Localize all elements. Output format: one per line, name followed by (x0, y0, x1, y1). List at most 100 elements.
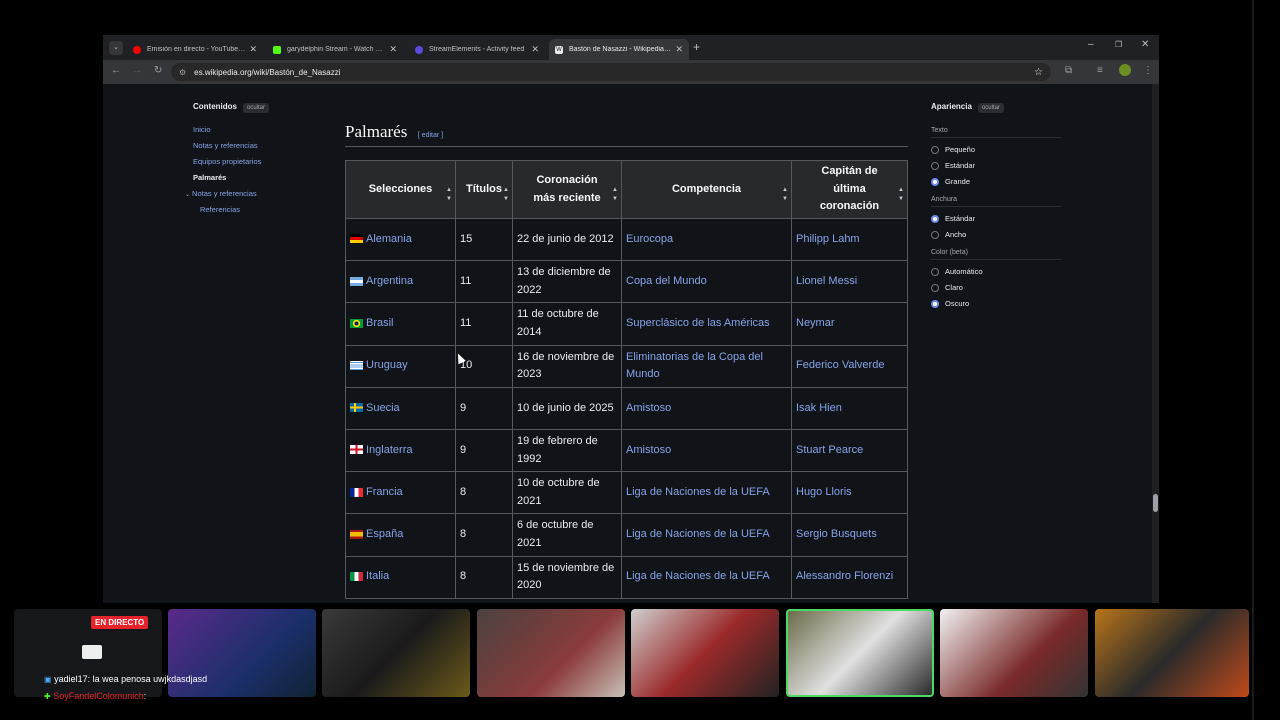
profile-avatar[interactable] (1119, 64, 1131, 76)
table-of-contents: Contenidos ocultar Inicio Notas y referen… (185, 102, 333, 214)
tab-streamelements[interactable]: StreamElements - Activity feed ✕ (409, 39, 545, 60)
captain-link[interactable]: Stuart Pearce (796, 444, 863, 456)
radio-text-standard[interactable]: Estándar (931, 161, 1061, 170)
radio-color-light[interactable]: Claro (931, 283, 1061, 292)
new-tab-button[interactable]: + (693, 40, 700, 54)
col-header-titulos[interactable]: Títulos ▲ ▼ (455, 160, 513, 219)
captain-link[interactable]: Hugo Lloris (796, 486, 852, 498)
toc-item-equipos[interactable]: Equipos propietarios (193, 157, 333, 166)
table-row: Brasil 11 11 de octubre de 2014 Superclá… (345, 302, 908, 346)
competition-link[interactable]: Amistoso (626, 402, 671, 414)
radio-text-large[interactable]: Grande (931, 177, 1061, 186)
tab-youtube-studio[interactable]: Emisión en directo - YouTube Stu ✕ (127, 39, 263, 60)
appearance-panel: Apariencia ocultar Texto Pequeño Estándar… (931, 102, 1061, 308)
outer-scrollbar (1252, 0, 1254, 720)
bookmark-star-icon[interactable]: ☆ (1034, 67, 1043, 78)
edit-link[interactable]: editar (422, 132, 440, 139)
team-link[interactable]: Brasil (366, 317, 394, 329)
team-link[interactable]: Inglaterra (366, 444, 412, 456)
tab-search-button[interactable]: ⌄ (109, 41, 123, 55)
maximize-icon[interactable]: ❐ (1115, 40, 1122, 49)
team-link[interactable]: Argentina (366, 275, 413, 287)
page-scrollbar[interactable] (1152, 84, 1159, 603)
chat-user: yadiel17 (54, 674, 88, 684)
sort-icon[interactable]: ▲ ▼ (503, 186, 509, 205)
toc-item-palmares[interactable]: Palmarés (193, 173, 333, 182)
forward-icon[interactable]: → (132, 65, 142, 76)
site-info-icon[interactable]: ⚙ (179, 68, 186, 77)
tab-wikipedia[interactable]: W Bastón de Nasazzi - Wikipedia, la ✕ (549, 39, 689, 60)
col-header-selecciones[interactable]: Selecciones ▲ ▼ (345, 160, 456, 219)
chevron-down-icon[interactable]: ⌄ (185, 192, 190, 198)
captain-link[interactable]: Isak Hien (796, 402, 842, 414)
radio-color-auto[interactable]: Automático (931, 267, 1061, 276)
sort-icon[interactable]: ▲ ▼ (446, 186, 452, 205)
toc-item-notas[interactable]: Notas y referencias (193, 141, 333, 150)
toc-hide-button[interactable]: ocultar (243, 103, 270, 113)
toc-item-notas-2[interactable]: Notas y referencias (192, 189, 257, 198)
competition-link[interactable]: Liga de Naciones de la UEFA (626, 528, 770, 540)
sort-icon[interactable]: ▲ ▼ (612, 186, 618, 205)
sort-icon[interactable]: ▲ ▼ (898, 186, 904, 205)
close-tab-icon[interactable]: ✕ (249, 44, 257, 55)
close-tab-icon[interactable]: ✕ (675, 44, 683, 55)
captain-link[interactable]: Federico Valverde (796, 359, 884, 371)
tab-kick-stream[interactable]: garydelphin Stream - Watch Live ✕ (267, 39, 403, 60)
webcam-tile-3 (477, 609, 625, 697)
competition-link[interactable]: Eurocopa (626, 233, 673, 245)
radio-color-dark[interactable]: Oscuro (931, 299, 1061, 308)
team-link[interactable]: Alemania (366, 233, 412, 245)
radio-text-small[interactable]: Pequeño (931, 145, 1061, 154)
competition-link[interactable]: Superclásico de las Américas (626, 317, 770, 329)
wikipedia-page: Contenidos ocultar Inicio Notas y referen… (103, 84, 1159, 603)
extensions-icon[interactable]: ⧉ (1065, 65, 1072, 76)
titles-cell: 10 (455, 344, 513, 388)
appearance-hide-button[interactable]: ocultar (977, 103, 1004, 113)
captain-link[interactable]: Neymar (796, 317, 835, 329)
team-link[interactable]: Francia (366, 486, 403, 498)
close-tab-icon[interactable]: ✕ (531, 44, 539, 55)
team-link[interactable]: Uruguay (366, 359, 408, 371)
sort-icon[interactable]: ▲ ▼ (782, 186, 788, 205)
reload-icon[interactable]: ↻ (154, 65, 162, 76)
table-row: Uruguay 10 16 de noviembre de 2023 Elimi… (345, 344, 908, 388)
captain-link[interactable]: Lionel Messi (796, 275, 857, 287)
col-header-capitan[interactable]: Capitán de última coronación ▲ ▼ (791, 160, 908, 219)
toc-item-referencias[interactable]: Referencias (200, 205, 333, 214)
url-text: es.wikipedia.org/wiki/Bastón_de_Nasazzi (194, 67, 341, 77)
team-link[interactable]: España (366, 528, 403, 540)
scrollbar-thumb[interactable] (1153, 494, 1158, 512)
radio-width-wide[interactable]: Ancho (931, 230, 1061, 239)
competition-link[interactable]: Copa del Mundo (626, 275, 707, 287)
col-header-coronacion[interactable]: Coronación más reciente ▲ ▼ (512, 160, 622, 219)
toc-item-inicio[interactable]: Inicio (193, 125, 333, 134)
close-window-icon[interactable]: ✕ (1141, 39, 1149, 50)
titles-cell: 8 (455, 513, 513, 557)
address-bar[interactable]: ⚙ es.wikipedia.org/wiki/Bastón_de_Nasazz… (171, 63, 1051, 81)
menu-kebab-icon[interactable]: ⋮ (1143, 65, 1153, 76)
captain-link[interactable]: Alessandro Florenzi (796, 570, 893, 582)
radio-width-standard[interactable]: Estándar (931, 214, 1061, 223)
close-tab-icon[interactable]: ✕ (389, 44, 397, 55)
date-cell: 15 de noviembre de 2020 (512, 555, 622, 599)
radio-icon (931, 283, 939, 292)
table-row: España 8 6 de octubre de 2021 Liga de Na… (345, 513, 908, 557)
back-icon[interactable]: ← (111, 65, 121, 76)
captain-link[interactable]: Philipp Lahm (796, 233, 860, 245)
team-link[interactable]: Italia (366, 570, 389, 582)
webcam-tile-6 (940, 609, 1088, 697)
competition-link[interactable]: Liga de Naciones de la UEFA (626, 486, 770, 498)
media-control-icon[interactable]: ≡ (1097, 65, 1103, 76)
date-cell: 13 de diciembre de 2022 (512, 260, 622, 304)
col-header-competencia[interactable]: Competencia ▲ ▼ (621, 160, 792, 219)
minimize-icon[interactable]: – (1088, 39, 1094, 50)
flag-argentina-icon (350, 276, 363, 286)
flag-italy-icon (350, 571, 363, 581)
competition-link[interactable]: Amistoso (626, 444, 671, 456)
radio-icon (931, 267, 939, 276)
competition-link[interactable]: Liga de Naciones de la UEFA (626, 570, 770, 582)
team-link[interactable]: Suecia (366, 402, 400, 414)
tab-strip: ⌄ Emisión en directo - YouTube Stu ✕ gary… (103, 35, 1159, 60)
competition-link[interactable]: Eliminatorias de la Copa del Mundo (626, 351, 763, 381)
captain-link[interactable]: Sergio Busquets (796, 528, 877, 540)
